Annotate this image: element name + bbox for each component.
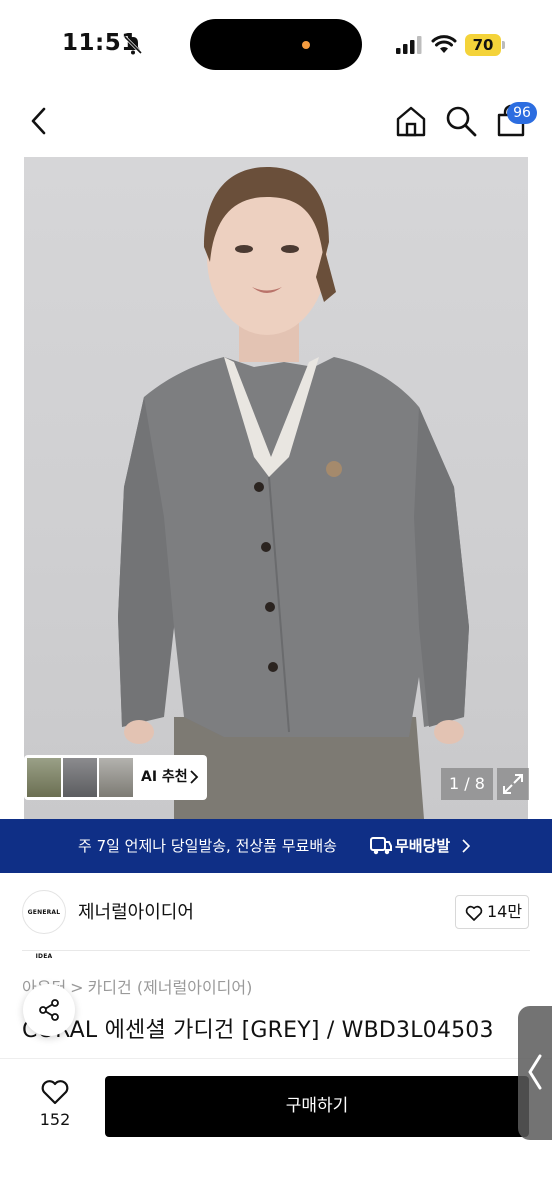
truck-logo-icon xyxy=(370,837,392,855)
battery-level: 70 xyxy=(465,34,501,56)
breadcrumb-separator: > xyxy=(70,978,84,997)
banner-brand: 무배당발 xyxy=(395,837,451,855)
heart-icon xyxy=(465,905,483,921)
thumbnail-3[interactable] xyxy=(99,758,133,797)
thumbnail-1[interactable] xyxy=(27,758,61,797)
brand-like-button[interactable]: 14만 xyxy=(455,895,529,929)
breadcrumb-item-cardigan[interactable]: 카디건 (제너럴아이디어) xyxy=(88,974,253,998)
thumbnail-strip[interactable]: AI 추천 xyxy=(24,755,207,800)
product-image[interactable] xyxy=(24,157,528,819)
chevron-right-icon xyxy=(190,770,199,784)
divider xyxy=(22,950,530,951)
camera-indicator xyxy=(302,41,310,49)
cellular-signal-icon xyxy=(396,36,422,54)
bell-slash-icon xyxy=(123,35,143,55)
wishlist-count: 152 xyxy=(39,1110,71,1129)
brand-like-count: 14만 xyxy=(487,902,523,921)
back-arrow-icon[interactable] xyxy=(24,104,54,138)
side-drawer-handle[interactable] xyxy=(518,1006,552,1140)
chevron-right-icon xyxy=(462,839,470,853)
thumbnail-2[interactable] xyxy=(63,758,97,797)
image-pager: 1 / 8 xyxy=(441,768,493,800)
shipping-banner[interactable]: 주 7일 언제나 당일발송, 전상품 무료배송 무배당발 xyxy=(0,819,552,873)
banner-text: 주 7일 언제나 당일발송, 전상품 무료배송 xyxy=(78,837,337,855)
chevron-left-icon xyxy=(528,1054,542,1090)
status-bar: 11:51 70 xyxy=(0,0,552,90)
share-button[interactable] xyxy=(23,984,75,1036)
search-icon[interactable] xyxy=(444,104,478,138)
product-title: CORAL 에센셜 가디건 [GREY] / WBD3L04503 xyxy=(22,1018,494,1043)
brand-name[interactable]: 제너럴아이디어 xyxy=(78,898,194,924)
wifi-icon xyxy=(431,35,457,53)
expand-button[interactable] xyxy=(497,768,529,800)
home-icon[interactable] xyxy=(394,104,428,138)
buy-button[interactable]: 구매하기 xyxy=(105,1076,529,1137)
expand-icon xyxy=(503,774,523,794)
brand-logo[interactable]: GENERAL IDEA xyxy=(22,890,66,960)
ai-recommend-label[interactable]: AI 추천 xyxy=(141,755,188,800)
share-icon xyxy=(39,999,59,1021)
dynamic-island xyxy=(190,19,362,70)
wishlist-heart-icon[interactable] xyxy=(40,1078,70,1106)
model-photo xyxy=(118,167,469,819)
cart-count-badge: 96 xyxy=(507,102,537,124)
battery-indicator: 70 xyxy=(465,34,505,56)
battery-cap xyxy=(502,41,505,49)
